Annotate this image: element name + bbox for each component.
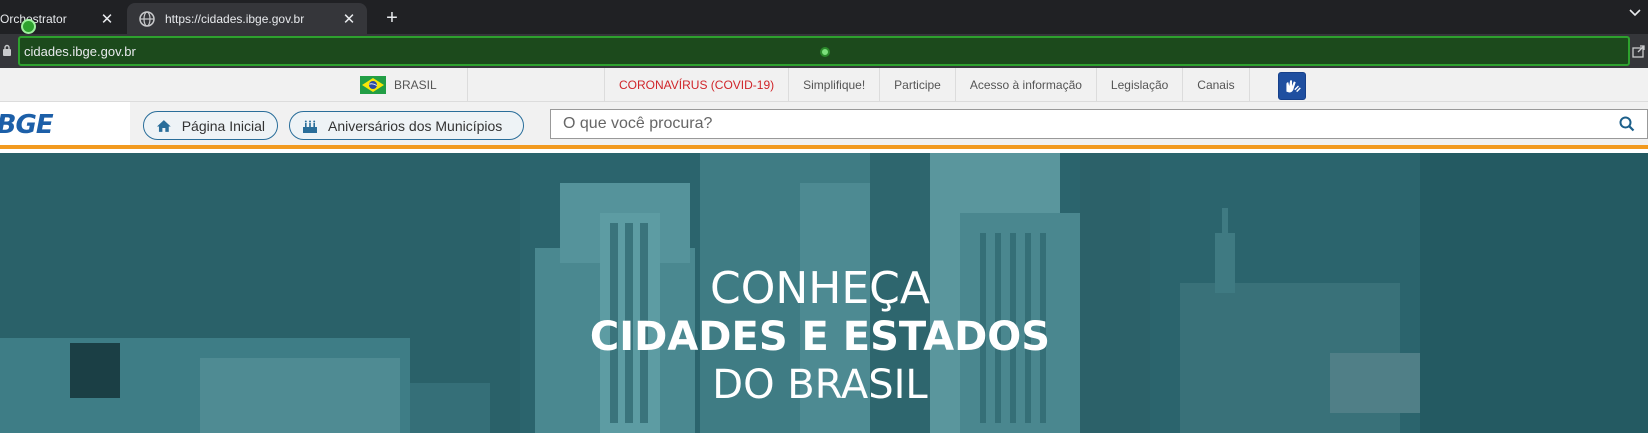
anniversaries-button[interactable]: Aniversários dos Municípios bbox=[289, 111, 524, 140]
address-bar[interactable]: cidades.ibge.gov.br bbox=[18, 36, 1630, 66]
browser-tab-strip: Orchestrator ✕ https://cidades.ibge.gov.… bbox=[0, 0, 1648, 34]
lock-icon[interactable] bbox=[2, 44, 12, 57]
close-tab-icon[interactable]: ✕ bbox=[339, 9, 359, 29]
libras-accessibility-icon[interactable] bbox=[1278, 72, 1306, 100]
tab-cidades-ibge[interactable]: https://cidades.ibge.gov.br ✕ bbox=[127, 3, 367, 34]
simplifique-link[interactable]: Simplifique! bbox=[788, 68, 879, 102]
anniversaries-label: Aniversários dos Municípios bbox=[328, 117, 503, 134]
hero-line-3: DO BRASIL bbox=[712, 362, 928, 408]
focus-target-icon bbox=[21, 19, 36, 34]
tab-search-chevron-icon[interactable] bbox=[1628, 6, 1642, 20]
home-icon bbox=[156, 119, 171, 132]
acesso-informacao-link[interactable]: Acesso à informação bbox=[954, 68, 1096, 102]
home-label: Página Inicial bbox=[181, 117, 265, 134]
hero-headline: CONHEÇA CIDADES E ESTADOS DO BRASIL bbox=[0, 265, 1640, 409]
brasil-label: BRASIL bbox=[394, 78, 437, 92]
logo-text: IBGE bbox=[0, 110, 54, 140]
tab-title: https://cidades.ibge.gov.br bbox=[165, 11, 305, 26]
covid-link[interactable]: CORONAVÍRUS (COVID-19) bbox=[604, 68, 788, 102]
participe-link[interactable]: Participe bbox=[879, 68, 955, 102]
search-box bbox=[550, 109, 1648, 139]
birthday-cake-icon bbox=[303, 120, 317, 133]
brazil-flag-icon bbox=[360, 76, 386, 94]
hero-line-1: CONHEÇA bbox=[710, 263, 930, 314]
canais-link[interactable]: Canais bbox=[1182, 68, 1250, 102]
home-button[interactable]: Página Inicial bbox=[143, 111, 278, 140]
globe-icon bbox=[139, 10, 155, 27]
search-icon[interactable] bbox=[1619, 116, 1635, 132]
web-page: BRASIL CORONAVÍRUS (COVID-19) Simplifiqu… bbox=[0, 68, 1648, 433]
tab-title: Orchestrator bbox=[0, 11, 67, 26]
close-tab-icon[interactable]: ✕ bbox=[97, 9, 117, 29]
brasil-link[interactable]: BRASIL bbox=[360, 68, 468, 102]
ibge-logo[interactable]: IBGE bbox=[0, 102, 130, 145]
legislacao-link[interactable]: Legislação bbox=[1095, 68, 1182, 102]
cursor-marker-icon bbox=[820, 47, 830, 57]
hero-banner: CONHEÇA CIDADES E ESTADOS DO BRASIL bbox=[0, 153, 1648, 433]
share-icon[interactable] bbox=[1632, 44, 1646, 58]
hero-line-2: CIDADES E ESTADOS bbox=[589, 314, 1051, 360]
tab-orchestrator[interactable]: Orchestrator ✕ bbox=[0, 3, 125, 34]
site-header: IBGE Página Inicial Aniversários dos Mun… bbox=[0, 102, 1648, 149]
government-links: CORONAVÍRUS (COVID-19) Simplifique! Part… bbox=[604, 68, 1250, 102]
address-url[interactable]: cidades.ibge.gov.br bbox=[24, 44, 136, 59]
government-bar: BRASIL CORONAVÍRUS (COVID-19) Simplifiqu… bbox=[0, 68, 1648, 102]
new-tab-button[interactable]: + bbox=[380, 6, 404, 30]
browser-toolbar: cidades.ibge.gov.br bbox=[0, 34, 1648, 68]
search-input[interactable] bbox=[551, 110, 1611, 138]
